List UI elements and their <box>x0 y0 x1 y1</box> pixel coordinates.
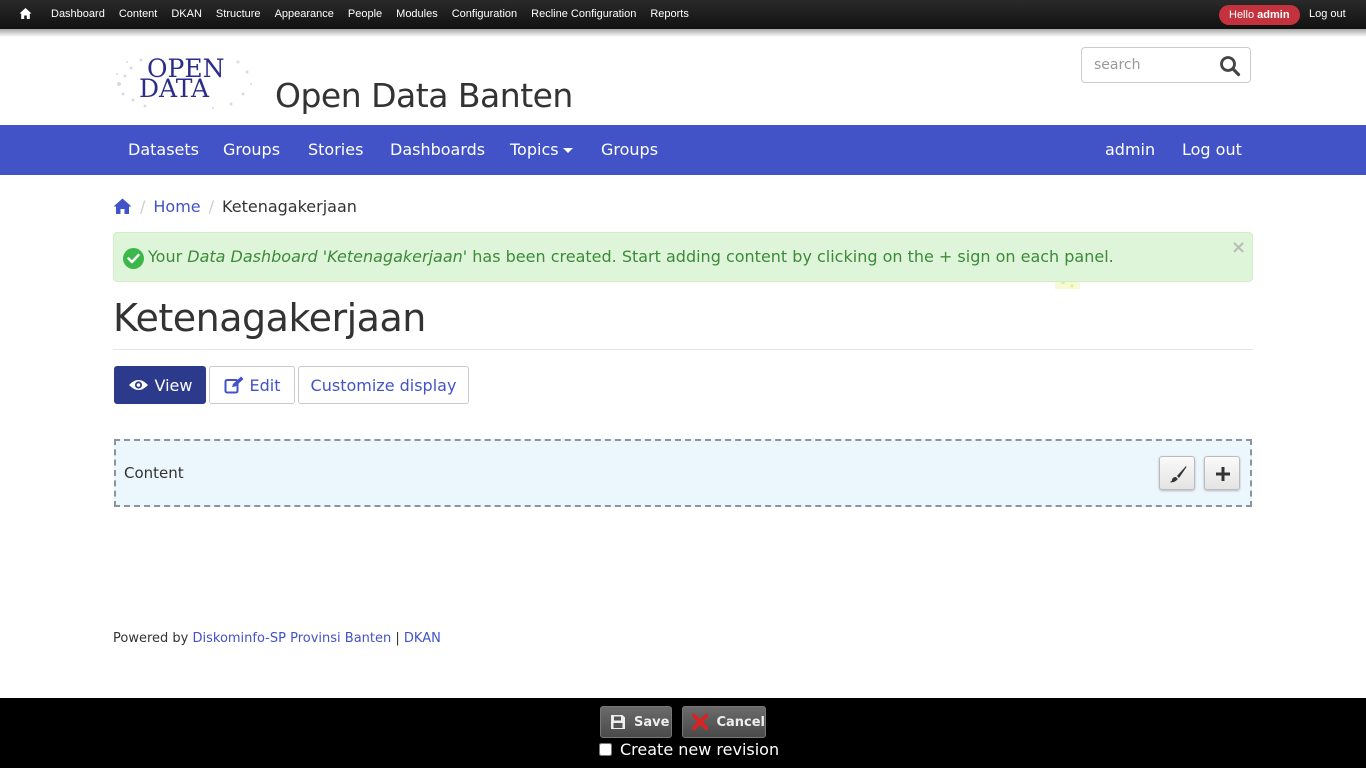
search-icon[interactable] <box>1218 54 1242 78</box>
admin-menu-reports[interactable]: Reports <box>643 0 696 29</box>
page-title: Ketenagakerjaan <box>113 296 426 340</box>
nav-dashboards[interactable]: Dashboards <box>390 125 485 175</box>
status-content-name: Ketenagakerjaan <box>327 247 463 266</box>
admin-menu-modules[interactable]: Modules <box>389 0 445 29</box>
nav-stories[interactable]: Stories <box>308 125 363 175</box>
status-message-text: Your Data Dashboard 'Ketenagakerjaan' ha… <box>148 233 1114 281</box>
tab-view[interactable]: View <box>114 366 206 404</box>
status-content-type: Data Dashboard <box>187 247 318 266</box>
tab-customize-display[interactable]: Customize display <box>298 366 469 404</box>
save-label: Save <box>634 714 670 730</box>
nav-groups[interactable]: Groups <box>223 125 280 175</box>
admin-menu-dkan[interactable]: DKAN <box>164 0 209 29</box>
admin-logout-link[interactable]: Log out <box>1309 0 1346 29</box>
admin-menu-structure[interactable]: Structure <box>209 0 268 29</box>
breadcrumb-current: Ketenagakerjaan <box>222 196 357 216</box>
check-circle-icon <box>123 248 144 269</box>
home-icon[interactable] <box>19 7 32 20</box>
admin-menu-configuration[interactable]: Configuration <box>445 0 524 29</box>
status-message: Your Data Dashboard 'Ketenagakerjaan' ha… <box>113 232 1253 282</box>
create-revision-option: Create new revision <box>598 739 780 759</box>
create-revision-label: Create new revision <box>620 739 780 759</box>
site-logo[interactable]: OPEN DATA <box>113 54 253 110</box>
breadcrumb-separator: / <box>208 196 215 216</box>
footer-link-diskominfo[interactable]: Diskominfo-SP Provinsi Banten <box>192 631 391 646</box>
admin-menu-content[interactable]: Content <box>112 0 165 29</box>
nav-topics[interactable]: Topics <box>510 125 573 175</box>
eye-icon <box>128 380 148 390</box>
status-text-part: ' <box>317 247 328 266</box>
admin-menu-dashboard[interactable]: Dashboard <box>44 0 112 29</box>
breadcrumb-home[interactable]: Home <box>153 197 200 216</box>
status-text-part: Your <box>148 247 188 266</box>
panel-region-content: Content <box>114 439 1252 507</box>
breadcrumb: / Home / Ketenagakerjaan <box>113 195 357 217</box>
create-revision-checkbox[interactable] <box>599 742 612 756</box>
title-divider <box>113 349 1253 350</box>
footer: Powered by Diskominfo-SP Provinsi Banten… <box>113 631 441 646</box>
footer-link-dkan[interactable]: DKAN <box>404 631 441 646</box>
cancel-x-icon <box>692 713 709 731</box>
close-icon[interactable]: × <box>1231 237 1246 258</box>
toolbar-shadow <box>0 29 1366 37</box>
breadcrumb-separator: / <box>140 196 146 216</box>
footer-separator: | <box>391 631 404 646</box>
admin-toolbar: Dashboard Content DKAN Structure Appeara… <box>0 0 1366 29</box>
logo-text-data: DATA <box>139 74 210 103</box>
hello-prefix: Hello <box>1229 9 1255 21</box>
plus-icon <box>1216 467 1230 481</box>
status-text-part: ' has been created. Start adding content… <box>462 247 1114 266</box>
nav-groups-2[interactable]: Groups <box>601 125 658 175</box>
home-icon[interactable] <box>113 197 132 215</box>
admin-menu-recline-configuration[interactable]: Recline Configuration <box>524 0 643 29</box>
add-content-button[interactable] <box>1204 456 1240 490</box>
cancel-button[interactable]: Cancel <box>682 706 766 738</box>
admin-menu-appearance[interactable]: Appearance <box>268 0 341 29</box>
paintbrush-icon <box>1169 466 1187 483</box>
tab-view-label: View <box>154 375 193 395</box>
search-form <box>1081 47 1251 83</box>
tab-customize-display-label: Customize display <box>310 375 457 395</box>
hello-username: admin <box>1257 9 1290 21</box>
tab-edit-label: Edit <box>249 375 281 395</box>
edit-icon <box>224 376 243 394</box>
panels-editor-bar: Save Cancel Create new revision <box>0 698 1366 768</box>
site-name[interactable]: Open Data Banten <box>275 76 573 115</box>
nav-user[interactable]: admin <box>1105 125 1155 175</box>
style-region-button[interactable] <box>1159 456 1195 490</box>
caret-down-icon <box>562 148 573 153</box>
admin-menu-people[interactable]: People <box>341 0 389 29</box>
region-label: Content <box>124 464 184 482</box>
footer-prefix: Powered by <box>113 631 193 646</box>
nav-datasets[interactable]: Datasets <box>128 125 199 175</box>
admin-menu: Dashboard Content DKAN Structure Appeara… <box>44 0 696 29</box>
nav-topics-label: Topics <box>510 140 559 159</box>
floppy-disk-icon <box>611 715 625 729</box>
search-input[interactable] <box>1082 48 1212 82</box>
main-navigation: Datasets Groups Stories Dashboards Topic… <box>0 125 1366 289</box>
save-button[interactable]: Save <box>600 706 672 738</box>
hello-user-badge[interactable]: Hello admin <box>1219 5 1300 25</box>
cancel-label: Cancel <box>716 714 765 730</box>
tab-edit[interactable]: Edit <box>209 366 295 404</box>
nav-logout[interactable]: Log out <box>1182 125 1242 175</box>
